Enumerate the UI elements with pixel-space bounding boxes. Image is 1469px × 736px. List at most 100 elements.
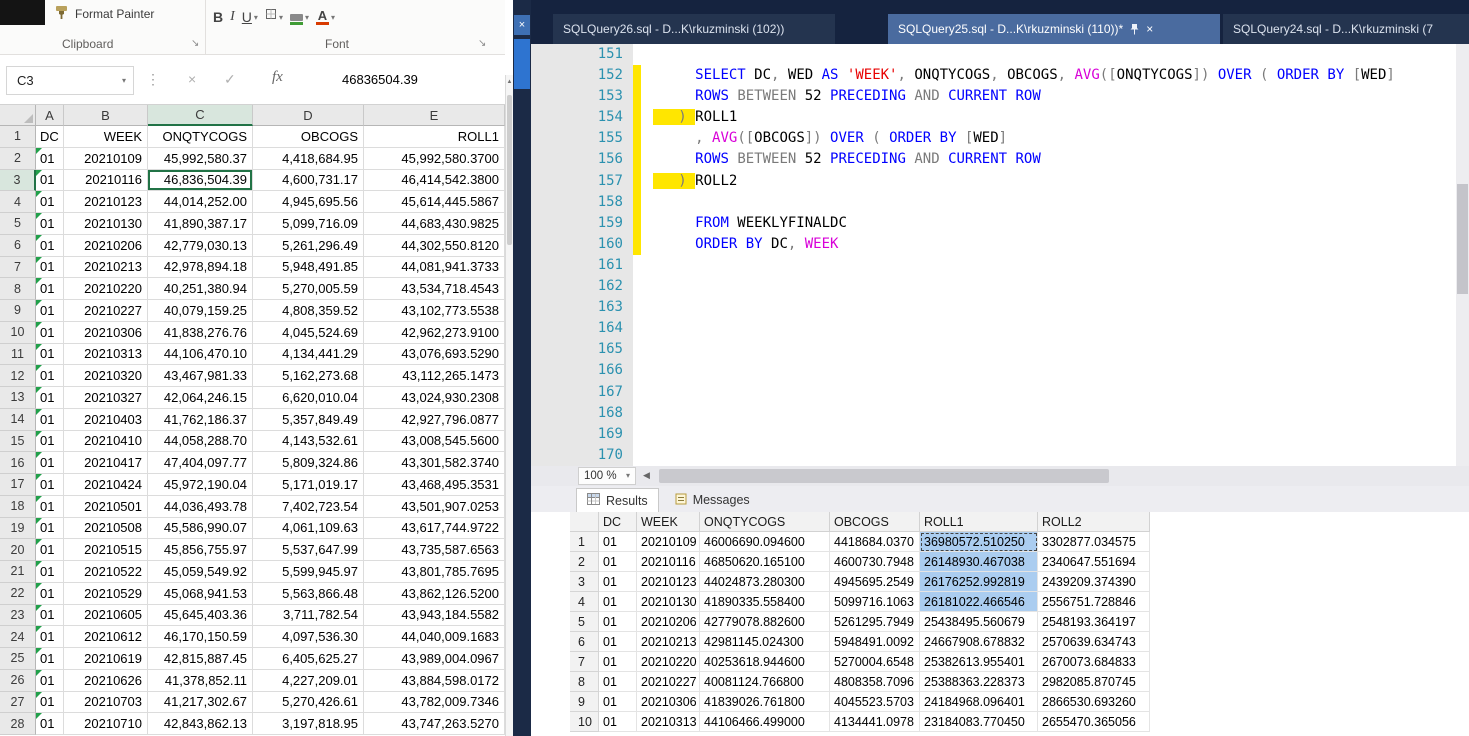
line-number[interactable]: 156 — [531, 149, 633, 171]
results-cell[interactable]: 4600730.7948 — [830, 552, 920, 572]
results-cell[interactable]: 5270004.6548 — [830, 652, 920, 672]
code-line[interactable]: 157 ) ROLL2 — [531, 170, 1469, 192]
column-header-D[interactable]: D — [253, 105, 364, 126]
cell[interactable]: 3,197,818.95 — [253, 713, 364, 735]
results-cell[interactable]: 26176252.992819 — [920, 572, 1038, 592]
cell[interactable]: 01 — [36, 234, 64, 257]
cell[interactable]: 43,801,785.7695 — [364, 561, 505, 583]
cell[interactable]: 46,414,542.3800 — [364, 169, 505, 192]
results-row-number[interactable]: 10 — [570, 712, 599, 732]
line-number[interactable]: 160 — [531, 233, 633, 255]
cell[interactable]: 42,779,030.13 — [148, 234, 253, 257]
cell[interactable]: 3,711,782.54 — [253, 604, 364, 627]
results-cell[interactable]: 4808358.7096 — [830, 672, 920, 692]
row-header[interactable]: 4 — [0, 191, 36, 213]
line-number[interactable]: 152 — [531, 65, 633, 87]
cell[interactable]: 01 — [36, 387, 64, 409]
results-cell[interactable]: 4134441.0978 — [830, 712, 920, 732]
cell[interactable]: 44,058,288.70 — [148, 430, 253, 453]
cell[interactable]: 4,418,684.95 — [253, 147, 364, 170]
formula-bar-value[interactable]: 46836504.39 — [342, 72, 418, 87]
column-header-A[interactable]: A — [36, 105, 64, 126]
line-number[interactable]: 153 — [531, 86, 633, 108]
column-header-B[interactable]: B — [64, 105, 148, 126]
cell[interactable]: 4,143,532.61 — [253, 430, 364, 453]
line-number[interactable]: 155 — [531, 128, 633, 150]
cell[interactable]: 42,927,796.0877 — [364, 408, 505, 431]
cell[interactable]: 4,600,731.17 — [253, 169, 364, 192]
code-line[interactable]: 152 SELECT DC, WED AS 'WEEK', ONQTYCOGS,… — [531, 65, 1469, 87]
cell[interactable]: 43,989,004.0967 — [364, 648, 505, 670]
cell[interactable]: 01 — [36, 321, 64, 344]
fill-color-button[interactable]: ▾ — [289, 11, 309, 25]
results-cell[interactable]: 20210109 — [637, 532, 700, 552]
cell[interactable]: 40,079,159.25 — [148, 300, 253, 322]
line-number[interactable]: 161 — [531, 254, 633, 277]
cell[interactable]: 4,945,695.56 — [253, 191, 364, 213]
row-header[interactable]: 17 — [0, 474, 36, 496]
cell[interactable]: ROLL1 — [364, 126, 505, 148]
cell[interactable]: 01 — [36, 561, 64, 583]
cell[interactable]: 45,645,403.36 — [148, 604, 253, 627]
panel-close-button[interactable]: × — [514, 15, 530, 35]
cell[interactable]: 4,808,359.52 — [253, 300, 364, 322]
sql-editor[interactable]: 151 152 SELECT DC, WED AS 'WEEK', ONQTYCO… — [531, 44, 1469, 466]
cell[interactable]: 45,992,580.37 — [148, 147, 253, 170]
results-cell[interactable]: 5261295.7949 — [830, 612, 920, 632]
cell[interactable]: 5,563,866.48 — [253, 582, 364, 605]
results-cell[interactable]: 01 — [599, 712, 637, 732]
row-header[interactable]: 28 — [0, 713, 36, 735]
cell[interactable]: 43,943,184.5582 — [364, 604, 505, 627]
results-cell[interactable]: 2340647.551694 — [1038, 552, 1150, 572]
line-number[interactable]: 157 — [531, 170, 633, 192]
row-header[interactable]: 14 — [0, 408, 36, 431]
row-header[interactable]: 16 — [0, 452, 36, 474]
row-header[interactable]: 6 — [0, 234, 36, 257]
cell[interactable]: 4,134,441.29 — [253, 343, 364, 366]
cell[interactable]: 43,862,126.5200 — [364, 582, 505, 605]
cell[interactable]: 42,978,894.18 — [148, 256, 253, 279]
results-cell[interactable]: 26181022.466546 — [920, 592, 1038, 612]
cell[interactable]: 20210123 — [64, 191, 148, 213]
horizontal-scrollbar-thumb[interactable] — [659, 469, 1109, 483]
row-header[interactable]: 23 — [0, 604, 36, 627]
results-cell[interactable]: 01 — [599, 632, 637, 652]
cell[interactable]: 01 — [36, 669, 64, 692]
cell[interactable]: 5,261,296.49 — [253, 234, 364, 257]
cell[interactable]: 41,838,276.76 — [148, 321, 253, 344]
row-header[interactable]: 8 — [0, 278, 36, 300]
line-number[interactable]: 159 — [531, 212, 633, 234]
results-corner[interactable] — [570, 512, 599, 532]
clipboard-dialog-launcher-icon[interactable]: ↘ — [191, 38, 199, 49]
cell[interactable]: 01 — [36, 713, 64, 735]
cell[interactable]: 43,468,495.3531 — [364, 474, 505, 496]
cell[interactable]: 01 — [36, 648, 64, 670]
results-cell[interactable]: 24667908.678832 — [920, 632, 1038, 652]
results-cell[interactable]: 24184968.096401 — [920, 692, 1038, 712]
row-header[interactable]: 20 — [0, 539, 36, 561]
cell[interactable]: 44,106,470.10 — [148, 343, 253, 366]
line-number[interactable]: 164 — [531, 318, 633, 340]
row-header[interactable]: 22 — [0, 582, 36, 605]
cell[interactable]: 01 — [36, 604, 64, 627]
cell[interactable]: 20210306 — [64, 321, 148, 344]
cell[interactable]: 01 — [36, 495, 64, 518]
cell[interactable]: 01 — [36, 691, 64, 714]
cell[interactable]: 01 — [36, 191, 64, 213]
line-number[interactable]: 151 — [531, 44, 633, 66]
results-cell[interactable]: 4418684.0370 — [830, 532, 920, 552]
results-row-number[interactable]: 9 — [570, 692, 599, 712]
cell[interactable]: 5,270,426.61 — [253, 691, 364, 714]
results-cell[interactable]: 01 — [599, 652, 637, 672]
cell[interactable]: 44,081,941.3733 — [364, 256, 505, 279]
results-cell[interactable]: 2556751.728846 — [1038, 592, 1150, 612]
cell[interactable]: 01 — [36, 408, 64, 431]
results-column-header-OBCOGS[interactable]: OBCOGS — [830, 512, 920, 532]
cell[interactable]: 45,059,549.92 — [148, 561, 253, 583]
row-header[interactable]: 19 — [0, 517, 36, 540]
results-cell[interactable]: 01 — [599, 592, 637, 612]
code-line[interactable]: 154 ) ROLL1 — [531, 107, 1469, 129]
cell[interactable]: 45,856,755.97 — [148, 539, 253, 561]
cell[interactable]: 20210213 — [64, 256, 148, 279]
cell[interactable]: ONQTYCOGS — [148, 126, 253, 148]
